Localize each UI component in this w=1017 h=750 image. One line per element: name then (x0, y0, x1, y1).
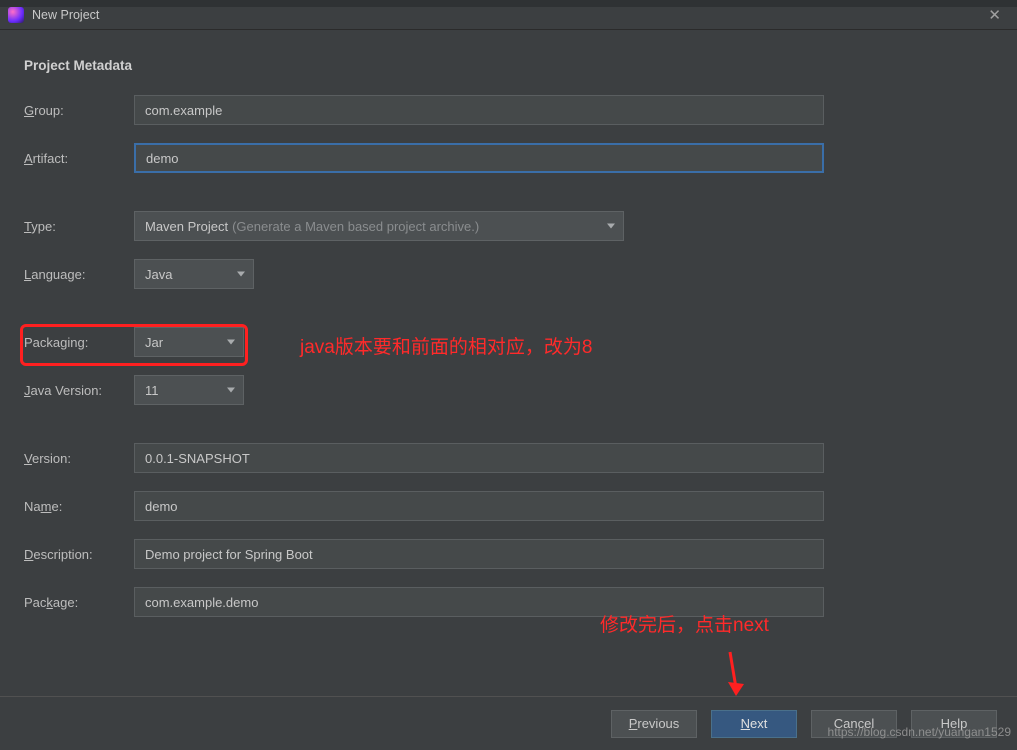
group-input[interactable] (134, 95, 824, 125)
dialog-content: Project Metadata Group: Artifact: Type: … (0, 30, 1017, 617)
type-select[interactable]: Maven Project (Generate a Maven based pr… (134, 211, 624, 241)
button-bar: Previous Next Cancel Help (0, 696, 1017, 750)
editor-tabs-strip (0, 0, 1017, 7)
label-description: Description: (24, 547, 134, 562)
label-packaging: Packaging: (24, 335, 134, 350)
artifact-input[interactable] (134, 143, 824, 173)
label-type: Type: (24, 219, 134, 234)
chevron-down-icon (227, 388, 235, 393)
label-version: Version: (24, 451, 134, 466)
name-input[interactable] (134, 491, 824, 521)
label-name: Name: (24, 499, 134, 514)
section-heading: Project Metadata (24, 58, 993, 73)
label-artifact: Artifact: (24, 151, 134, 166)
label-language: Language: (24, 267, 134, 282)
annotation-text-1: java版本要和前面的相对应，改为8 (300, 332, 592, 359)
language-value: Java (145, 267, 172, 282)
previous-label: revious (637, 716, 679, 731)
chevron-down-icon (227, 340, 235, 345)
label-package: Package: (24, 595, 134, 610)
chevron-down-icon (237, 272, 245, 277)
label-java-version: Java Version: (24, 383, 134, 398)
type-value: Maven Project (145, 219, 228, 234)
next-label: ext (750, 716, 767, 731)
previous-button[interactable]: Previous (611, 710, 697, 738)
chevron-down-icon (607, 224, 615, 229)
version-input[interactable] (134, 443, 824, 473)
window-title: New Project (32, 8, 99, 22)
language-select[interactable]: Java (134, 259, 254, 289)
annotation-text-2: 修改完后，点击next (600, 610, 769, 637)
next-button[interactable]: Next (711, 710, 797, 738)
description-input[interactable] (134, 539, 824, 569)
intellij-icon (8, 7, 24, 23)
java-version-select[interactable]: 11 (134, 375, 244, 405)
watermark: https://blog.csdn.net/yuangan1529 (828, 725, 1011, 739)
packaging-value: Jar (145, 335, 163, 350)
java-version-value: 11 (145, 383, 159, 398)
label-group: Group: (24, 103, 134, 118)
packaging-select[interactable]: Jar (134, 327, 244, 357)
type-hint: (Generate a Maven based project archive.… (232, 219, 479, 234)
